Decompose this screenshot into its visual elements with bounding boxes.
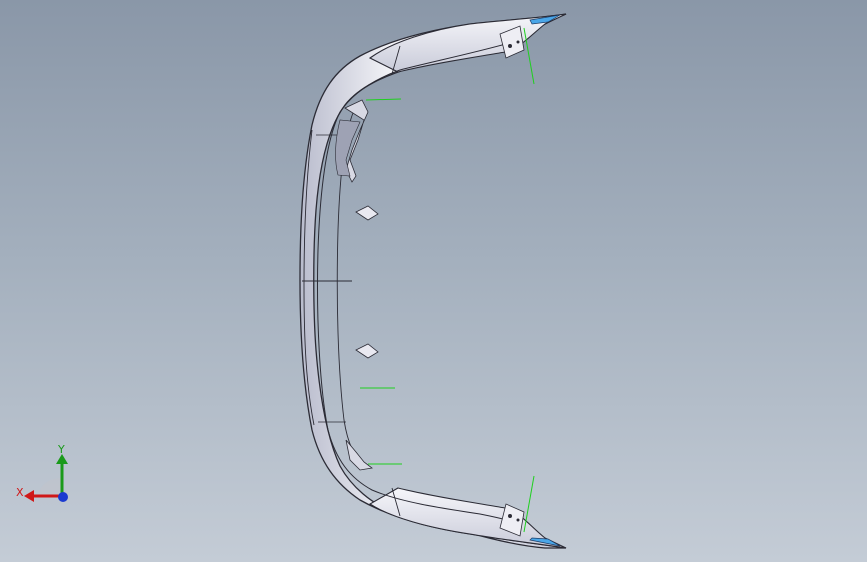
top-end-hole-1 — [508, 44, 512, 48]
bumper-model[interactable] — [0, 0, 867, 562]
lower-bracket-detail — [345, 439, 373, 471]
mount-clip-lower — [355, 343, 379, 359]
mount-clip-upper — [355, 205, 379, 221]
triad-x-label: X — [16, 486, 24, 499]
bottom-end-hole-2 — [516, 518, 520, 522]
upper-cavity-shadow — [335, 119, 361, 177]
sketch-line-upper — [365, 98, 402, 101]
bottom-end-hole-1 — [508, 514, 512, 518]
triad-y-label: Y — [58, 443, 65, 456]
view-orientation-triad[interactable]: X Y — [10, 440, 76, 510]
inner-rim-line — [317, 39, 521, 525]
triad-axes-icon — [24, 454, 68, 502]
graphics-viewport[interactable]: X Y — [0, 0, 867, 562]
top-end-hole-2 — [516, 40, 520, 44]
